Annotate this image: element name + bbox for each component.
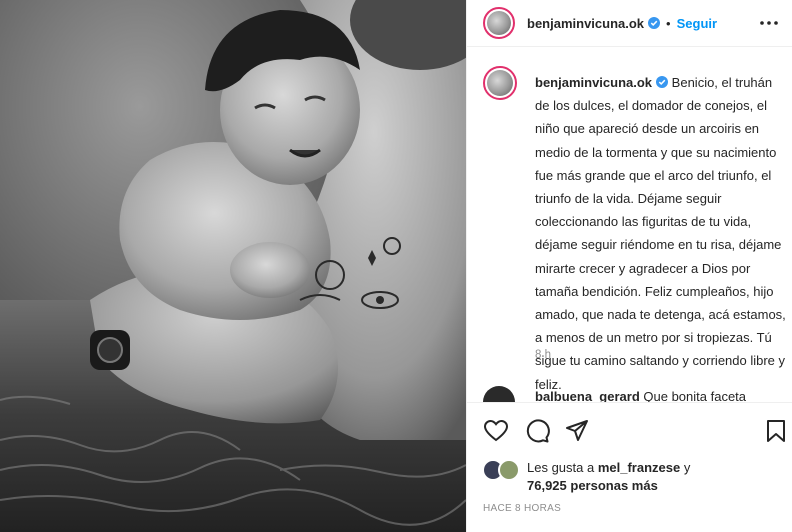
liker-avatars[interactable]: [483, 458, 523, 482]
header-divider: [467, 46, 792, 47]
caption-text: benjaminvicuna.ok Benicio, el truhán de …: [535, 71, 787, 396]
author-username[interactable]: benjaminvicuna.ok: [527, 16, 661, 31]
verified-badge-icon: [656, 76, 669, 88]
likes-suffix: y: [683, 460, 691, 475]
post-header: benjaminvicuna.ok • Seguir: [467, 0, 792, 46]
liker-username[interactable]: mel_franzese: [598, 460, 680, 475]
likes-line: Les gusta a mel_franzese y: [527, 460, 690, 475]
more-options-icon[interactable]: [759, 14, 779, 32]
likes-prefix: Les gusta a: [527, 460, 595, 475]
likes-count[interactable]: 76,925 personas más: [527, 478, 658, 493]
actions-divider: [467, 402, 792, 403]
bookmark-icon[interactable]: [763, 418, 789, 444]
likes-summary: Les gusta a mel_franzese y 76,925 person…: [483, 456, 783, 496]
commenter-avatar[interactable]: [483, 386, 515, 402]
caption-timestamp[interactable]: 8 h: [535, 349, 551, 361]
caption-username[interactable]: benjaminvicuna.ok: [535, 75, 669, 90]
follow-button[interactable]: Seguir: [677, 16, 717, 31]
post-time-ago[interactable]: HACE 8 HORAS: [483, 503, 561, 514]
heart-icon[interactable]: [483, 418, 509, 444]
verified-badge-icon: [648, 16, 661, 29]
post-photo-illustration: [0, 0, 466, 532]
commenter-username[interactable]: balbuena_gerard: [535, 389, 640, 402]
post-photo[interactable]: [0, 0, 466, 532]
caption-author-avatar[interactable]: [483, 66, 517, 100]
caption-body: Benicio, el truhán de los dulces, el dom…: [535, 75, 786, 392]
post-actions: [467, 410, 792, 450]
share-icon[interactable]: [564, 418, 590, 444]
header-separator: •: [666, 15, 671, 31]
author-avatar[interactable]: [483, 7, 515, 39]
comment-text: Que bonita faceta: [643, 389, 747, 402]
post-side-panel: benjaminvicuna.ok • Seguir benjaminvicun…: [466, 0, 792, 532]
comment-row: balbuena_gerard Que bonita faceta: [483, 384, 783, 402]
comment-icon[interactable]: [524, 418, 550, 444]
